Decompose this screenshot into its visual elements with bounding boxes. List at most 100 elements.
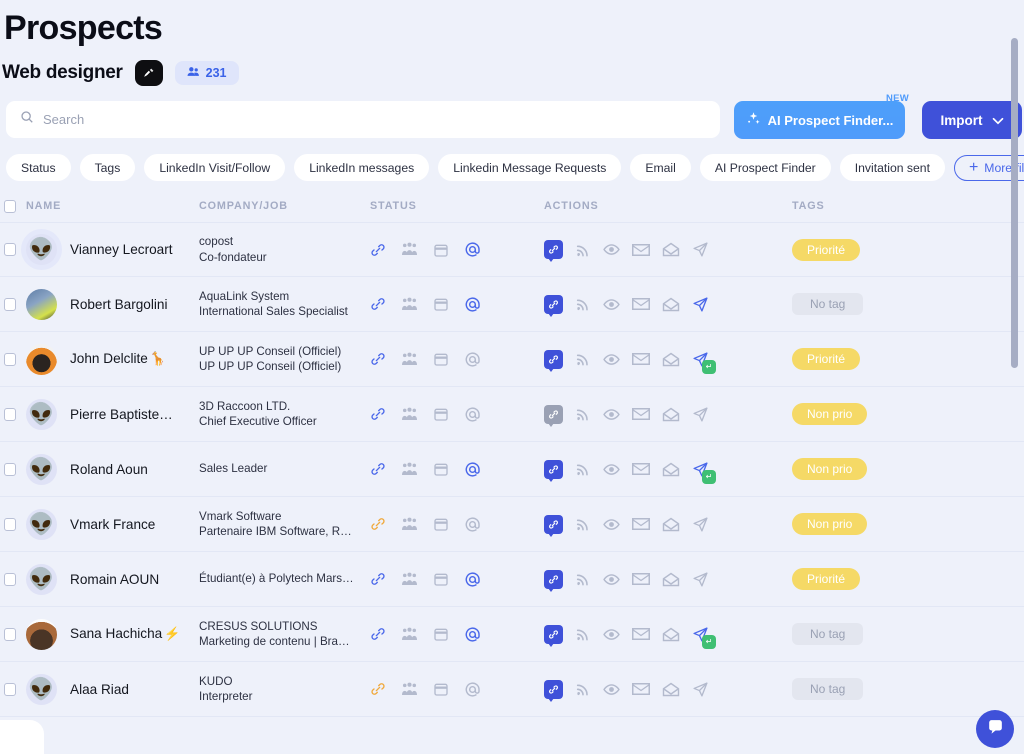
table-row[interactable]: 👽 Romain AOUN Étudiant(e) à Polytech Mars…	[0, 552, 1024, 607]
envelope-closed-icon[interactable]	[632, 517, 650, 531]
column-header-tags[interactable]: TAGS	[792, 200, 992, 212]
eye-icon[interactable]	[603, 573, 620, 586]
row-checkbox[interactable]	[4, 572, 16, 586]
status-badge[interactable]: No tag	[792, 678, 864, 700]
status-badge[interactable]: Non prio	[792, 458, 868, 480]
calendar-icon[interactable]	[433, 626, 449, 642]
eye-icon[interactable]	[603, 408, 620, 421]
status-badge[interactable]: Priorité	[792, 568, 861, 590]
envelope-open-icon[interactable]	[662, 297, 680, 312]
calendar-icon[interactable]	[433, 242, 449, 258]
eye-icon[interactable]	[603, 628, 620, 641]
eye-icon[interactable]	[603, 518, 620, 531]
linkedin-badge-icon[interactable]	[544, 240, 563, 262]
calendar-icon[interactable]	[433, 516, 449, 532]
send-icon[interactable]	[692, 241, 709, 258]
envelope-open-icon[interactable]	[662, 242, 680, 257]
linkedin-badge-icon[interactable]	[544, 459, 563, 482]
filter-chip-tags[interactable]: Tags	[79, 154, 136, 181]
link-icon[interactable]	[370, 516, 386, 532]
link-icon[interactable]	[370, 242, 386, 258]
select-all-checkbox[interactable]	[4, 199, 16, 213]
table-row[interactable]: 👽 Pierre Baptiste… 3D Raccoon LTD. Chief …	[0, 387, 1024, 442]
eye-icon[interactable]	[603, 683, 620, 696]
rss-icon[interactable]	[575, 351, 591, 367]
calendar-icon[interactable]	[433, 681, 449, 697]
column-header-name[interactable]: NAME	[26, 200, 199, 212]
row-checkbox[interactable]	[4, 627, 16, 641]
at-icon[interactable]	[464, 681, 481, 698]
filter-chip-requests[interactable]: Linkedin Message Requests	[438, 154, 622, 181]
link-icon[interactable]	[370, 296, 386, 312]
eye-icon[interactable]	[603, 298, 620, 311]
prospect-count-chip[interactable]: 231	[174, 61, 239, 85]
scrollbar-thumb[interactable]	[1011, 38, 1018, 368]
people-icon[interactable]	[401, 297, 418, 312]
calendar-icon[interactable]	[433, 571, 449, 587]
filter-chip-visit[interactable]: LinkedIn Visit/Follow	[144, 154, 286, 181]
send-icon[interactable]	[692, 406, 709, 423]
table-row[interactable]: 👽 Vmark France Vmark Software Partenaire …	[0, 497, 1024, 552]
linkedin-badge-icon[interactable]	[544, 679, 563, 702]
status-badge[interactable]: No tag	[792, 293, 864, 315]
filter-chip-ai-finder[interactable]: AI Prospect Finder	[699, 154, 831, 181]
eye-icon[interactable]	[603, 243, 620, 256]
row-checkbox[interactable]	[4, 352, 16, 366]
envelope-open-icon[interactable]	[662, 627, 680, 642]
calendar-icon[interactable]	[433, 461, 449, 477]
envelope-closed-icon[interactable]	[632, 572, 650, 586]
link-icon[interactable]	[370, 351, 386, 367]
rss-icon[interactable]	[575, 242, 591, 258]
envelope-open-icon[interactable]	[662, 462, 680, 477]
rss-icon[interactable]	[575, 296, 591, 312]
status-badge[interactable]: Non prio	[792, 403, 868, 425]
at-icon[interactable]	[464, 406, 481, 423]
link-icon[interactable]	[370, 571, 386, 587]
table-row[interactable]: 👽 Vianney Lecroart copost Co-fondateur Pr…	[0, 222, 1024, 277]
rss-icon[interactable]	[575, 516, 591, 532]
table-row[interactable]: 👽 Roland Aoun Sales Leader ↵ Non prio	[0, 442, 1024, 497]
at-icon[interactable]	[464, 571, 481, 588]
filter-chip-messages[interactable]: LinkedIn messages	[294, 154, 430, 181]
envelope-closed-icon[interactable]	[632, 682, 650, 696]
table-row[interactable]: John Delclite 🦒 UP UP UP Conseil (Officie…	[0, 332, 1024, 387]
status-badge[interactable]: Priorité	[792, 238, 861, 261]
envelope-open-icon[interactable]	[662, 572, 680, 587]
search-box[interactable]	[6, 100, 720, 138]
link-icon[interactable]	[370, 681, 386, 697]
linkedin-badge-icon[interactable]	[544, 294, 563, 317]
linkedin-badge-icon[interactable]	[544, 349, 563, 372]
row-checkbox[interactable]	[4, 297, 16, 311]
at-icon[interactable]	[464, 626, 481, 643]
send-icon[interactable]	[692, 571, 709, 588]
row-checkbox[interactable]	[4, 407, 16, 421]
chat-support-button[interactable]	[976, 710, 1014, 748]
table-row[interactable]: Sana Hachicha ⚡ CRESUS SOLUTIONS Marketin…	[0, 607, 1024, 662]
people-icon[interactable]	[401, 572, 418, 587]
people-icon[interactable]	[401, 682, 418, 697]
at-icon[interactable]	[464, 516, 481, 533]
envelope-open-icon[interactable]	[662, 517, 680, 532]
people-icon[interactable]	[401, 517, 418, 532]
send-icon[interactable]	[692, 296, 709, 313]
linkedin-badge-icon[interactable]	[544, 624, 563, 647]
people-icon[interactable]	[401, 242, 418, 257]
envelope-open-icon[interactable]	[662, 682, 680, 697]
envelope-closed-icon[interactable]	[632, 352, 650, 366]
eye-icon[interactable]	[603, 463, 620, 476]
eye-icon[interactable]	[603, 353, 620, 366]
people-icon[interactable]	[401, 462, 418, 477]
table-row[interactable]: Robert Bargolini AquaLink System Interna…	[0, 277, 1024, 332]
link-icon[interactable]	[370, 406, 386, 422]
column-header-actions[interactable]: ACTIONS	[544, 200, 792, 212]
link-icon[interactable]	[370, 461, 386, 477]
at-icon[interactable]	[464, 241, 481, 258]
edit-campaign-button[interactable]	[134, 60, 163, 86]
row-checkbox[interactable]	[4, 243, 16, 256]
envelope-closed-icon[interactable]	[632, 407, 650, 421]
people-icon[interactable]	[401, 407, 418, 422]
search-input[interactable]	[43, 111, 706, 127]
send-icon[interactable]	[692, 681, 709, 698]
rss-icon[interactable]	[575, 571, 591, 587]
envelope-open-icon[interactable]	[662, 407, 680, 422]
